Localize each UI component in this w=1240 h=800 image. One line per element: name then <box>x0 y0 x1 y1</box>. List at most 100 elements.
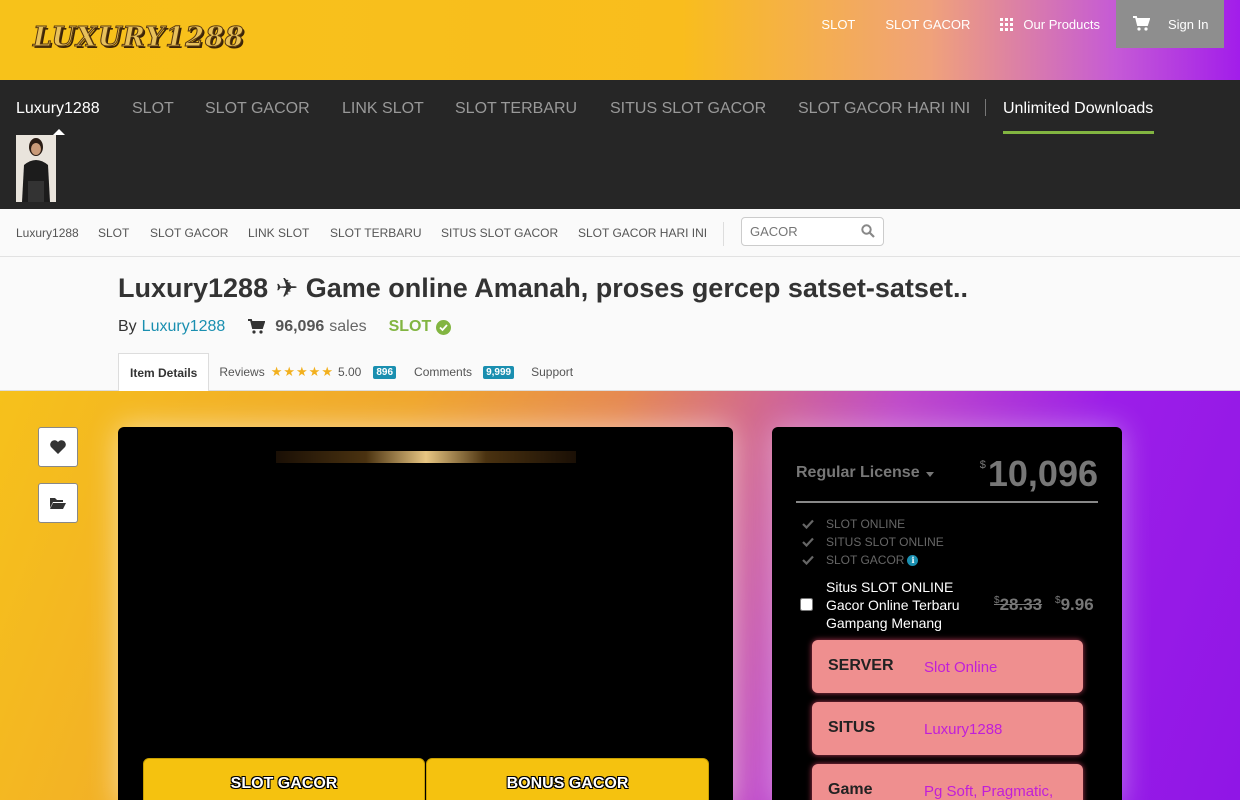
tab-reviews-label: Reviews <box>219 365 265 379</box>
our-products-label: Our Products <box>1023 16 1100 32</box>
tab-support[interactable]: Support <box>531 365 573 379</box>
sign-in-button[interactable]: Sign In <box>1116 0 1224 48</box>
nav-item-slot-gacor[interactable]: SLOT GACOR <box>205 100 310 118</box>
search-icon[interactable] <box>861 224 875 238</box>
rating-value: 5.00 <box>338 365 362 379</box>
info-card-value: Luxury1288 <box>924 721 1003 738</box>
page-title: Luxury1288 ✈ Game online Amanah, proses … <box>118 273 968 303</box>
nav-divider <box>985 99 986 116</box>
top-bar: LUXURY1288 SLOT SLOT GACOR Our Products … <box>0 0 1240 80</box>
review-count-badge: 896 <box>373 365 397 379</box>
info-card-server: SERVER Slot Online <box>812 640 1083 693</box>
active-underline <box>1003 131 1154 134</box>
info-card-key: SITUS <box>828 719 876 736</box>
search-box <box>741 217 884 246</box>
bonus-gacor-button[interactable]: BONUS GACOR <box>426 758 709 800</box>
subnav-item-link-slot[interactable]: LINK SLOT <box>248 226 309 240</box>
top-link-slot[interactable]: SLOT <box>821 17 855 32</box>
subnav-divider <box>723 222 724 246</box>
item-header: Luxury1288 ✈ Game online Amanah, proses … <box>0 257 1240 391</box>
top-nav: SLOT SLOT GACOR Our Products Sign In <box>791 0 1224 48</box>
tab-comments[interactable]: Comments 9,999 <box>414 365 515 379</box>
nav-item-slot[interactable]: SLOT <box>132 100 174 118</box>
collection-button[interactable] <box>38 483 78 523</box>
feature-label: SITUS SLOT ONLINE <box>826 535 944 549</box>
category-link[interactable]: SLOT <box>389 318 432 336</box>
info-card-key: SERVER <box>828 657 894 674</box>
addon-new-price: $9.96 <box>1055 595 1094 615</box>
subnav-item-slot-gacor[interactable]: SLOT GACOR <box>150 226 228 240</box>
check-icon <box>802 555 814 565</box>
subnav-item-slot-gacor-hari-ini[interactable]: SLOT GACOR HARI INI <box>578 226 707 240</box>
addon-old-price: $28.33 <box>994 595 1042 615</box>
comment-count-badge: 9,999 <box>483 365 515 379</box>
cart-icon <box>248 319 266 334</box>
subnav-item-slot[interactable]: SLOT <box>98 226 129 240</box>
addon-checkbox[interactable] <box>800 598 813 611</box>
info-card-situs: SITUS Luxury1288 <box>812 702 1083 755</box>
info-card-value: Slot Online <box>924 659 998 676</box>
favorite-button[interactable] <box>38 427 78 467</box>
preview-banner <box>276 451 576 463</box>
nav-item-situs-slot-gacor[interactable]: SITUS SLOT GACOR <box>610 100 766 118</box>
top-link-slot-gacor[interactable]: SLOT GACOR <box>885 17 970 32</box>
caret-down-icon <box>925 472 934 477</box>
subnav-item-situs-slot-gacor[interactable]: SITUS SLOT GACOR <box>441 226 558 240</box>
nav-item-slot-terbaru[interactable]: SLOT TERBARU <box>455 100 577 118</box>
item-tabs: Item Details Reviews ★★★★★ 5.00 896 Comm… <box>118 353 573 391</box>
purchase-panel: Regular License $10,096 SLOT ONLINE SITU… <box>772 427 1122 800</box>
slot-gacor-button[interactable]: SLOT GACOR <box>143 758 425 800</box>
verified-check-icon <box>436 319 452 335</box>
check-icon <box>802 537 814 547</box>
feature-label: SLOT GACOR <box>826 553 905 567</box>
subnav-item-slot-terbaru[interactable]: SLOT TERBARU <box>330 226 422 240</box>
info-card-game: Game Pg Soft, Pragmatic, <box>812 764 1083 800</box>
info-icon[interactable]: i <box>907 554 919 566</box>
our-products-link[interactable]: Our Products <box>1000 17 1100 32</box>
main-content: SLOT GACOR BONUS GACOR Regular License $… <box>0 391 1240 800</box>
license-price: $10,096 <box>980 453 1098 495</box>
feature-item: SLOT GACOR i <box>802 553 919 567</box>
feature-item: SLOT ONLINE <box>802 517 905 531</box>
license-title: Regular License <box>796 464 920 481</box>
grid-icon <box>1000 17 1014 31</box>
sales-count: 96,096 <box>275 318 325 335</box>
folder-open-icon <box>50 498 66 509</box>
tab-item-details[interactable]: Item Details <box>118 353 210 391</box>
heart-icon <box>50 440 66 454</box>
addon-old-price-value: 28.33 <box>999 595 1043 614</box>
feature-item: SITUS SLOT ONLINE <box>802 535 944 549</box>
info-card-key: Game <box>828 781 873 798</box>
nav-item-slot-gacor-hari-ini[interactable]: SLOT GACOR HARI INI <box>798 100 970 118</box>
breadcrumb-nav: Luxury1288 SLOT SLOT GACOR LINK SLOT SLO… <box>0 209 1240 257</box>
author-link[interactable]: Luxury1288 <box>142 318 226 336</box>
site-logo[interactable]: LUXURY1288 <box>33 22 245 58</box>
license-selector[interactable]: Regular License <box>796 464 934 482</box>
price-value: 10,096 <box>987 453 1098 494</box>
nav-item-unlimited-downloads[interactable]: Unlimited Downloads <box>1003 100 1153 118</box>
check-icon <box>802 519 814 529</box>
avatar-image <box>16 135 56 202</box>
logo-text: LUXURY1288 <box>33 22 245 54</box>
feature-label: SLOT ONLINE <box>826 517 906 531</box>
item-byline: By Luxury1288 96,096 sales SLOT <box>118 318 452 336</box>
tab-comments-label: Comments <box>414 365 473 379</box>
sales-label: sales <box>329 318 367 335</box>
rating-stars-icon: ★★★★★ <box>270 364 334 379</box>
subnav-item-home[interactable]: Luxury1288 <box>16 226 79 240</box>
currency-symbol: $ <box>979 459 986 471</box>
nav-item-link-slot[interactable]: LINK SLOT <box>342 100 424 118</box>
cart-icon <box>1133 16 1150 31</box>
avatar[interactable] <box>16 135 56 202</box>
tab-reviews[interactable]: Reviews ★★★★★ 5.00 896 <box>219 364 397 380</box>
info-card-value: Pg Soft, Pragmatic, <box>924 783 1054 800</box>
addon-label: Situs SLOT ONLINE Gacor Online Terbaru G… <box>826 579 960 631</box>
by-label: By <box>118 318 137 335</box>
sign-in-label: Sign In <box>1168 16 1209 32</box>
price-divider <box>796 501 1098 503</box>
addon-new-price-value: 9.96 <box>1060 595 1094 614</box>
nav-item-home[interactable]: Luxury1288 <box>16 100 100 118</box>
category-nav: Luxury1288 SLOT SLOT GACOR LINK SLOT SLO… <box>0 80 1240 209</box>
search-input[interactable] <box>750 218 850 244</box>
item-preview: SLOT GACOR BONUS GACOR <box>118 427 733 800</box>
